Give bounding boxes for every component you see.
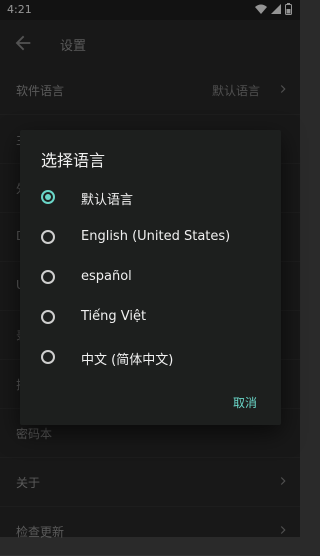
language-option-spanish[interactable]: español bbox=[20, 258, 281, 298]
cancel-button[interactable]: 取消 bbox=[233, 394, 257, 411]
language-option-chinese[interactable]: 中文 (简体中文) bbox=[20, 338, 281, 378]
option-label: Tiếng Việt bbox=[81, 309, 147, 324]
language-dialog: 选择语言 默认语言 English (United States) españo… bbox=[20, 130, 281, 425]
radio-button[interactable] bbox=[41, 230, 55, 244]
radio-button[interactable] bbox=[41, 350, 55, 364]
radio-button-checked[interactable] bbox=[41, 190, 55, 204]
radio-button[interactable] bbox=[41, 310, 55, 324]
dialog-title: 选择语言 bbox=[41, 151, 106, 170]
language-option-english[interactable]: English (United States) bbox=[20, 218, 281, 258]
option-label: 默认语言 bbox=[81, 193, 134, 208]
option-label: English (United States) bbox=[81, 229, 231, 244]
language-option-default[interactable]: 默认语言 bbox=[20, 178, 281, 218]
radio-button[interactable] bbox=[41, 270, 55, 284]
option-label: español bbox=[81, 269, 132, 284]
language-option-vietnamese[interactable]: Tiếng Việt bbox=[20, 298, 281, 338]
language-options: 默认语言 English (United States) español Tiế… bbox=[20, 178, 281, 378]
option-label: 中文 (简体中文) bbox=[81, 353, 174, 368]
